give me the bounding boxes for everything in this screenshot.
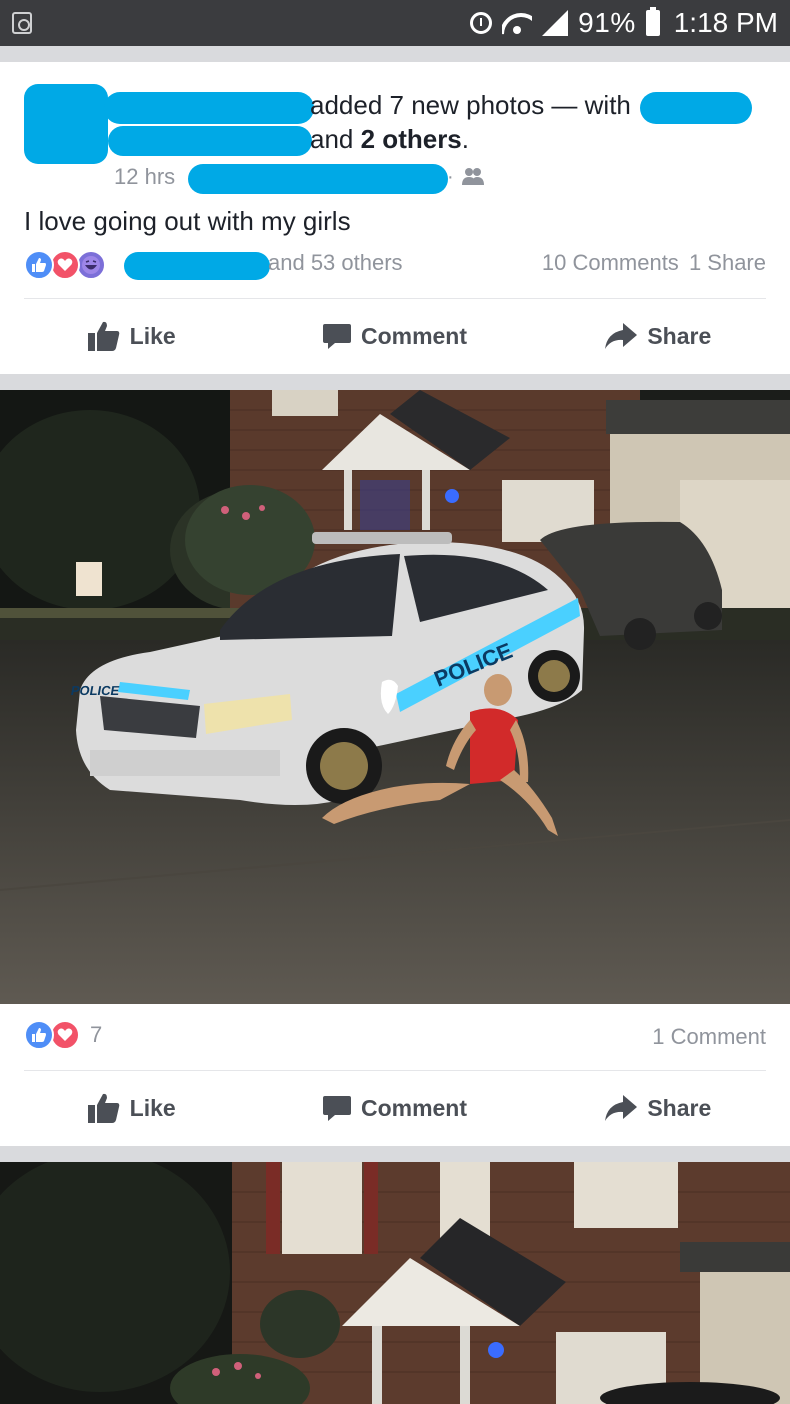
next-post-photo[interactable] [0, 1162, 790, 1404]
period: . [461, 124, 470, 154]
tagged-friend-redacted[interactable] [640, 92, 752, 124]
share-arrow-icon [605, 1095, 638, 1121]
share-label: Share [647, 322, 712, 349]
haha-reaction-icon [76, 250, 106, 280]
alarm-icon [470, 12, 493, 34]
clock: 1:18 PM [673, 7, 778, 38]
separator-dot: · [447, 166, 454, 188]
like-reaction-icon [24, 250, 54, 280]
post-action-text: added 7 new photos — with [310, 90, 631, 121]
photo-like-button[interactable]: Like [0, 1078, 263, 1138]
next-photo-card [0, 1162, 790, 1404]
post-body: I love going out with my girls [24, 206, 351, 236]
comment-label: Comment [360, 1094, 468, 1121]
battery-percentage: 91% [578, 7, 636, 38]
timestamp-text: 12 hrs [114, 164, 176, 189]
photo-reactions-summary[interactable]: 7 [24, 1018, 102, 1052]
share-label: Share [647, 1094, 712, 1121]
reaction-others-text[interactable]: and 53 others [268, 250, 403, 276]
like-label: Like [129, 322, 176, 349]
share-arrow-icon [605, 323, 638, 349]
comment-icon [322, 1096, 351, 1121]
photo-reaction-count: 7 [90, 1022, 103, 1047]
like-button[interactable]: Like [0, 306, 263, 366]
status-bar: 91% 1:18 PM [0, 0, 790, 46]
like-label: Like [129, 1094, 176, 1121]
notification-icon [12, 12, 32, 34]
reactions-summary[interactable] [24, 248, 106, 282]
action-bar: Like Comment Share [0, 306, 790, 366]
location-redacted[interactable] [188, 164, 448, 194]
comment-label: Comment [360, 322, 468, 349]
photo-action-bar: Like Comment Share [0, 1078, 790, 1138]
avatar-redacted[interactable] [24, 84, 108, 164]
tagged-name-redacted[interactable] [108, 126, 312, 156]
action-text: added 7 new photos — with [310, 90, 631, 120]
photo-share-button[interactable]: Share [527, 1078, 790, 1138]
author-name-redacted[interactable] [104, 92, 314, 124]
divider [24, 298, 766, 299]
hood-police-text: POLICE [70, 683, 121, 698]
battery-icon [645, 7, 660, 36]
post-tagged-text: and 2 others. [310, 124, 469, 155]
love-reaction-icon [50, 1020, 80, 1050]
comment-button[interactable]: Comment [263, 306, 526, 366]
divider [24, 1070, 766, 1071]
police-car-night-photo: POLICE POLICE [0, 390, 790, 1004]
photo-card: POLICE POLICE 7 1 Comment Like Comment S… [0, 390, 790, 1146]
like-reaction-icon [24, 1020, 54, 1050]
status-right-group: 91% 1:18 PM [470, 0, 778, 46]
friends-audience-icon[interactable] [462, 166, 484, 186]
post-timestamp[interactable]: 12 hrs [114, 164, 175, 190]
house-night-photo [0, 1162, 790, 1404]
comment-icon [322, 324, 351, 349]
thumbs-up-icon [87, 1093, 119, 1123]
comments-count[interactable]: 10 Comments [542, 250, 679, 275]
engagement-counts[interactable]: 10 Comments 1 Share [542, 250, 766, 276]
and-text: and [310, 124, 354, 154]
post-photo[interactable]: POLICE POLICE [0, 390, 790, 1004]
photo-comments-count[interactable]: 1 Comment [652, 1024, 766, 1050]
thumbs-up-icon [87, 321, 119, 351]
shares-count[interactable]: 1 Share [689, 250, 766, 275]
photo-comment-button[interactable]: Comment [263, 1078, 526, 1138]
reactor-name-redacted[interactable] [124, 252, 270, 280]
wifi-icon [502, 11, 532, 35]
love-reaction-icon [50, 250, 80, 280]
signal-icon [542, 10, 569, 36]
post-card: added 7 new photos — with and 2 others. … [0, 62, 790, 374]
others-link[interactable]: 2 others [361, 124, 462, 154]
share-button[interactable]: Share [527, 306, 790, 366]
